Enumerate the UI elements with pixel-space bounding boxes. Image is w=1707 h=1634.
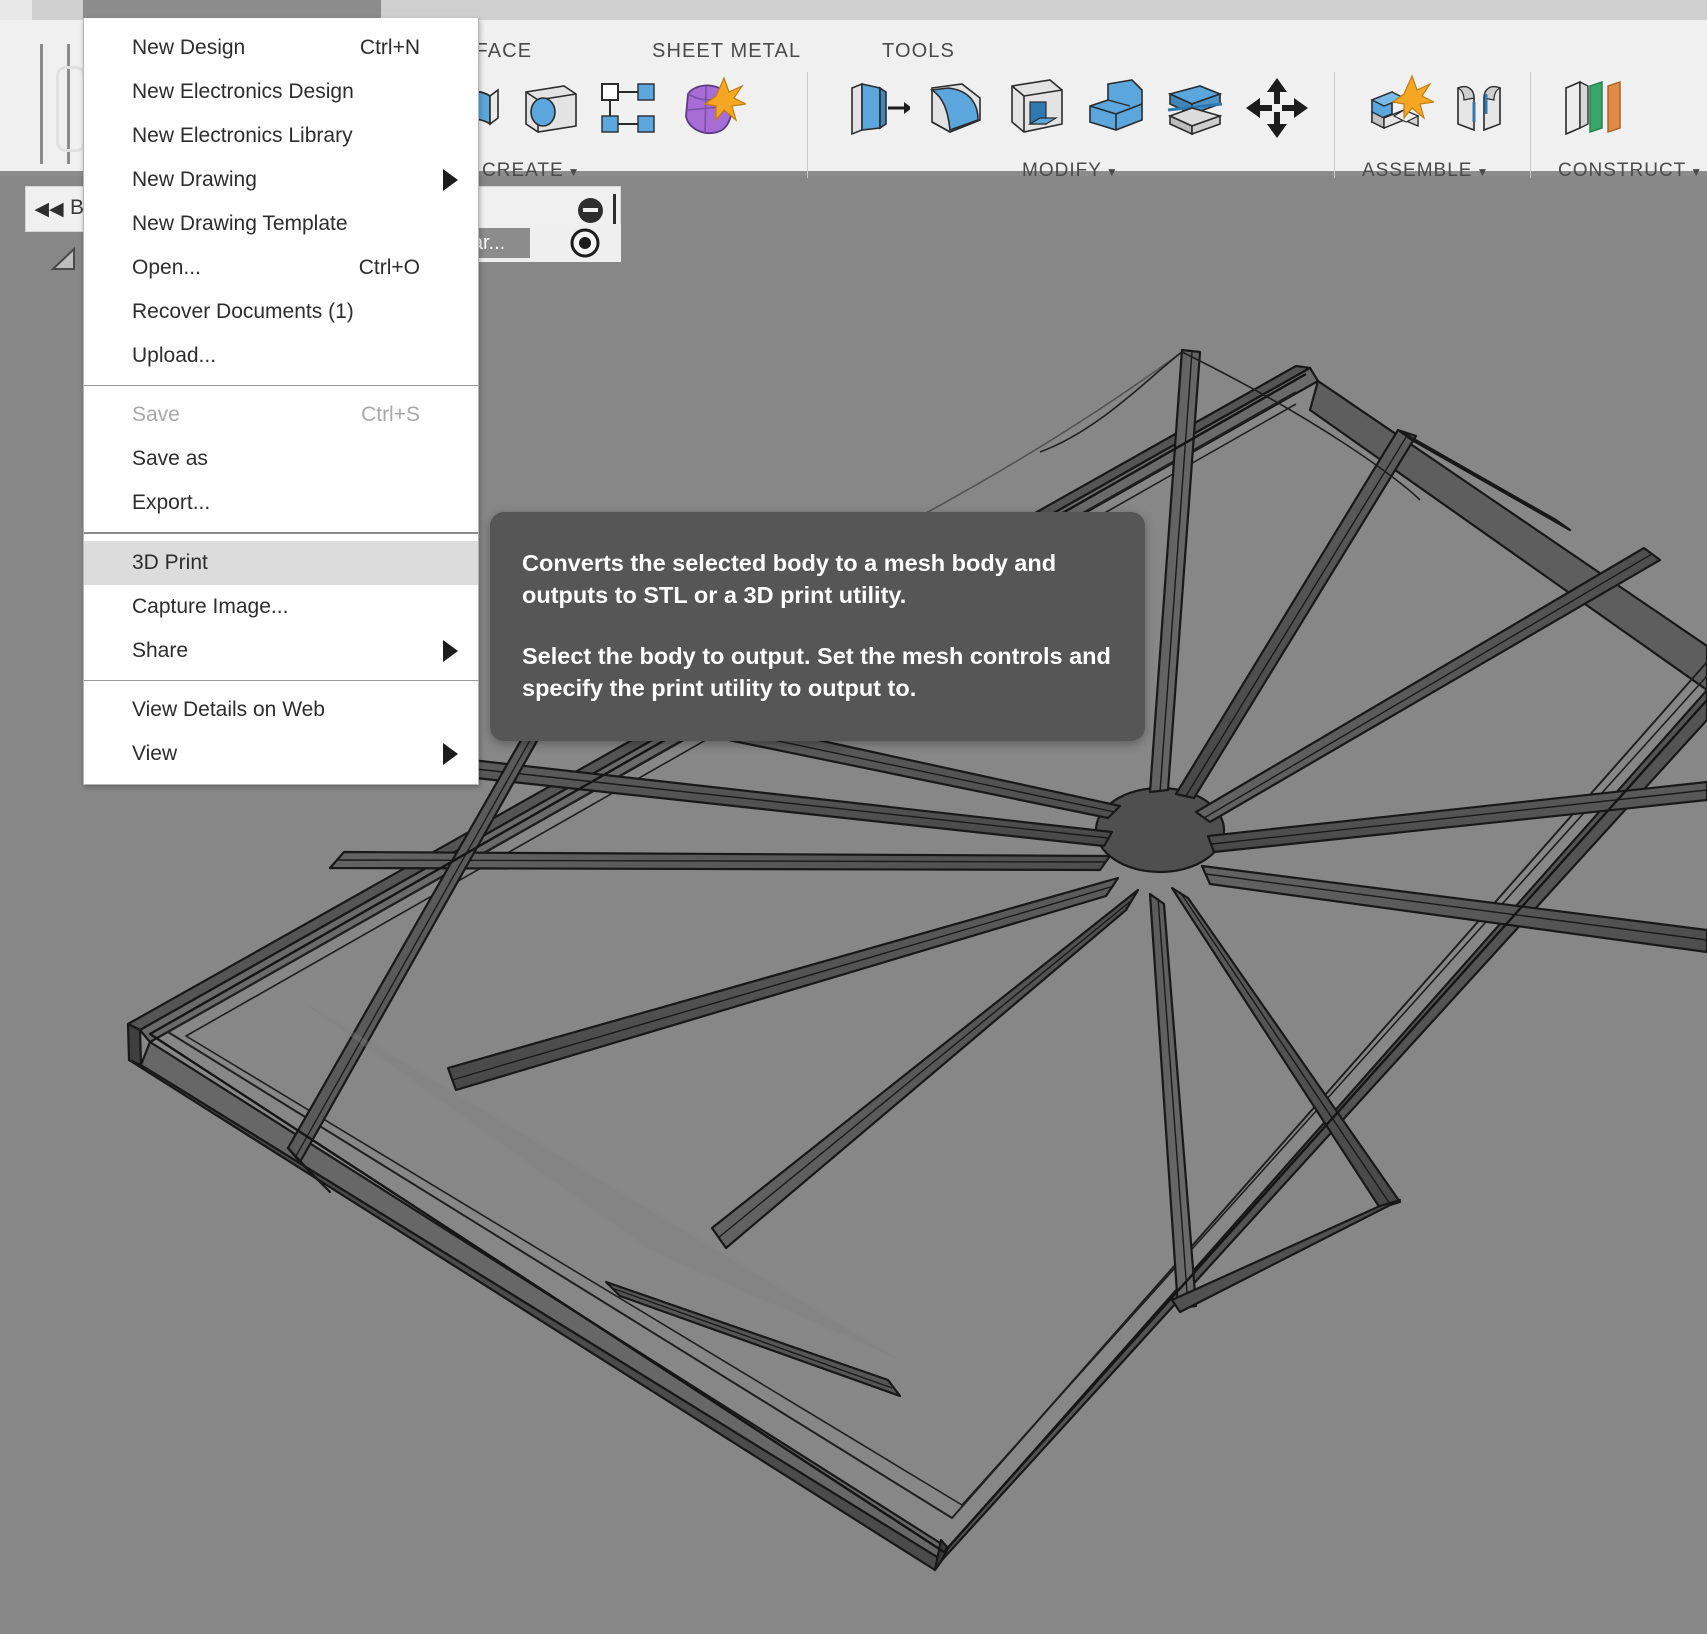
menu-item-label: Save xyxy=(132,403,180,427)
panel-footer-modify[interactable]: MODIFY ▼ xyxy=(1022,160,1119,182)
text-cursor-icon xyxy=(613,194,616,224)
menu-item-new-electronics-design[interactable]: New Electronics Design xyxy=(84,70,478,114)
menu-item-label: View xyxy=(132,742,177,766)
panel-footer-modify-label: MODIFY xyxy=(1022,160,1102,181)
tab-active[interactable] xyxy=(83,0,381,20)
menu-item-shortcut: Ctrl+S xyxy=(361,403,420,427)
menu-item-label: New Drawing xyxy=(132,168,257,192)
offset-surface-icon[interactable] xyxy=(512,72,586,144)
collapse-browser-button[interactable]: ◀◀ xyxy=(30,190,68,228)
chevron-down-icon: ▼ xyxy=(1476,165,1489,179)
menu-separator xyxy=(84,680,478,681)
menu-item-export[interactable]: Export... xyxy=(84,481,478,525)
menu-item-open[interactable]: Open... Ctrl+O xyxy=(84,246,478,290)
menu-item-share[interactable]: Share xyxy=(84,629,478,673)
menu-item-label: Recover Documents (1) xyxy=(132,300,354,324)
menu-item-capture-image[interactable]: Capture Image... xyxy=(84,585,478,629)
menu-item-label: Share xyxy=(132,639,188,663)
chevron-down-icon: ▼ xyxy=(1106,165,1119,179)
form-create-icon[interactable] xyxy=(672,72,746,144)
menu-item-label: Export... xyxy=(132,491,210,515)
menu-item-label: New Design xyxy=(132,36,245,60)
chevron-down-icon: ▼ xyxy=(568,165,581,179)
tab-strip-left-edge xyxy=(0,0,32,20)
panel-footer-create[interactable]: CREATE ▼ xyxy=(482,160,581,182)
press-pull-icon[interactable] xyxy=(836,72,910,144)
document-panel-thumb xyxy=(56,66,86,152)
menu-item-label: 3D Print xyxy=(132,551,208,575)
menu-item-view[interactable]: View xyxy=(84,732,478,776)
split-body-icon[interactable] xyxy=(1158,72,1232,144)
tooltip-paragraph-2: Select the body to output. Set the mesh … xyxy=(522,641,1111,704)
fusion-app-window: SURFACE SHEET METAL TOOLS CREATE▼ MODIFY… xyxy=(0,0,1707,1634)
panel-title-tools: TOOLS xyxy=(882,40,955,63)
menu-item-new-drawing-template[interactable]: New Drawing Template xyxy=(84,202,478,246)
menu-item-new-design[interactable]: New Design Ctrl+N xyxy=(84,26,478,70)
ribbon-tab-strip[interactable] xyxy=(0,0,1707,20)
panel-divider xyxy=(1334,72,1335,178)
tooltip-paragraph-1: Converts the selected body to a mesh bod… xyxy=(522,548,1111,611)
fillet-icon[interactable] xyxy=(918,72,992,144)
submenu-arrow-icon xyxy=(443,640,458,662)
menu-item-label: Capture Image... xyxy=(132,595,288,619)
menu-item-shortcut: Ctrl+O xyxy=(359,256,420,280)
move-copy-icon[interactable] xyxy=(1240,72,1314,144)
menu-item-label: New Drawing Template xyxy=(132,212,348,236)
submenu-arrow-icon xyxy=(443,169,458,191)
expand-triangle-icon[interactable] xyxy=(50,245,78,273)
panel-footer-create-label: CREATE xyxy=(482,160,564,181)
panel-title-sheet-metal: SHEET METAL xyxy=(652,40,801,63)
menu-item-upload[interactable]: Upload... xyxy=(84,334,478,378)
menu-item-3d-print[interactable]: 3D Print xyxy=(84,541,478,585)
menu-item-label: Save as xyxy=(132,447,208,471)
radio-button-icon[interactable] xyxy=(570,228,600,258)
panel-divider xyxy=(1530,72,1531,178)
offset-plane-icon[interactable] xyxy=(1556,72,1630,144)
menu-item-label: New Electronics Library xyxy=(132,124,353,148)
combine-icon[interactable] xyxy=(1078,72,1152,144)
3d-print-tooltip: Converts the selected body to a mesh bod… xyxy=(490,512,1145,741)
menu-item-recover-documents-1[interactable]: Recover Documents (1) xyxy=(84,290,478,334)
panel-footer-construct[interactable]: CONSTRUCT ▼ xyxy=(1558,160,1703,182)
file-menu[interactable]: New Design Ctrl+NNew Electronics Design Ne… xyxy=(83,18,479,785)
tab-inactive[interactable] xyxy=(381,0,581,20)
collapse-browser-label: ◀◀ xyxy=(34,198,63,221)
chevron-down-icon: ▼ xyxy=(1690,165,1703,179)
panel-footer-assemble-label: ASSEMBLE xyxy=(1362,160,1472,181)
pattern-icon[interactable] xyxy=(592,72,666,144)
panel-footer-assemble[interactable]: ASSEMBLE ▼ xyxy=(1362,160,1489,182)
menu-item-save: Save Ctrl+S xyxy=(84,393,478,437)
menu-separator xyxy=(84,385,478,386)
menu-item-label: Open... xyxy=(132,256,201,280)
new-component-icon[interactable] xyxy=(1360,72,1434,144)
minus-icon[interactable] xyxy=(578,198,603,223)
menu-item-new-drawing[interactable]: New Drawing xyxy=(84,158,478,202)
menu-item-save-as[interactable]: Save as xyxy=(84,437,478,481)
menu-item-label: Upload... xyxy=(132,344,216,368)
panel-footer-construct-label: CONSTRUCT xyxy=(1558,160,1686,181)
browser-label: B xyxy=(70,196,84,220)
submenu-arrow-icon xyxy=(443,743,458,765)
panel-divider xyxy=(807,72,808,178)
joint-icon[interactable] xyxy=(1442,72,1516,144)
menu-item-label: New Electronics Design xyxy=(132,80,354,104)
menu-separator xyxy=(84,532,478,534)
shell-icon[interactable] xyxy=(998,72,1072,144)
menu-item-label: View Details on Web xyxy=(132,698,325,722)
menu-item-shortcut: Ctrl+N xyxy=(360,36,420,60)
menu-item-new-electronics-library[interactable]: New Electronics Library xyxy=(84,114,478,158)
menu-item-view-details-on-web[interactable]: View Details on Web xyxy=(84,688,478,732)
